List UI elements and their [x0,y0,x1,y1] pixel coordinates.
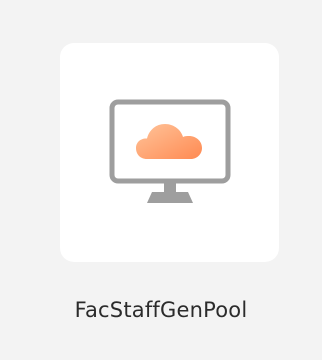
app-tile[interactable] [60,43,279,262]
desktop-area: FacStaffGenPool [0,0,322,360]
monitor-base [147,192,193,203]
monitor-neck [164,183,176,192]
cloud-desktop-icon [109,99,231,205]
monitor-graphic [109,99,231,203]
app-label[interactable]: FacStaffGenPool [0,296,322,324]
